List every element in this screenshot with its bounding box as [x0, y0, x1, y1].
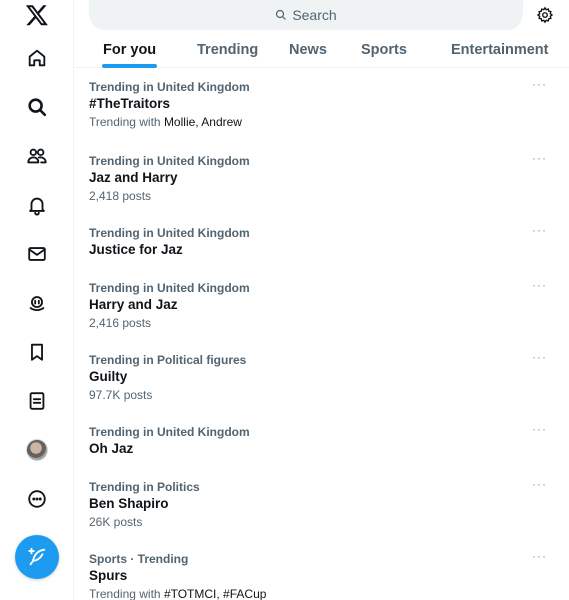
search-input[interactable]: Search — [89, 0, 523, 30]
home-icon[interactable] — [15, 36, 59, 80]
trend-more-button[interactable]: ··· — [532, 477, 547, 491]
tab-for-you[interactable]: For you — [102, 32, 158, 68]
tab-news[interactable]: News — [289, 32, 327, 68]
trend-post-count: 2,416 posts — [89, 316, 152, 330]
trend-context: Trending in United Kingdom — [89, 154, 250, 168]
trend-name: Guilty — [89, 369, 128, 384]
tab-label: News — [289, 42, 327, 58]
tab-label: Trending — [197, 42, 259, 58]
trend-more-button[interactable]: ··· — [532, 223, 547, 237]
x-logo-icon[interactable] — [15, 0, 59, 37]
tab-label: For you — [103, 42, 157, 58]
trend-post-count: 97.7K posts — [89, 388, 153, 402]
trend-name: Justice for Jaz — [89, 242, 183, 257]
notifications-icon[interactable] — [15, 183, 59, 227]
lists-icon[interactable] — [15, 379, 59, 423]
trend-meta-prefix: Trending with — [89, 115, 164, 129]
trend-name: Harry and Jaz — [89, 297, 178, 312]
left-nav-rail — [0, 0, 74, 600]
compose-post-button[interactable] — [15, 535, 59, 579]
bookmarks-icon[interactable] — [15, 330, 59, 374]
trend-name: Spurs — [89, 568, 128, 583]
gear-icon — [536, 6, 554, 24]
trend-name: Jaz and Harry — [89, 170, 178, 185]
search-icon — [276, 9, 287, 20]
feather-plus-icon — [28, 547, 46, 566]
explore-tabs: For you Trending News Sports Entertainme… — [75, 32, 569, 68]
trend-item[interactable]: Trending in Political figures Guilty 97.… — [75, 350, 569, 409]
tab-sports[interactable]: Sports — [361, 32, 407, 68]
avatar — [26, 439, 48, 461]
tab-trending[interactable]: Trending — [197, 32, 258, 68]
trend-context: Trending in Political figures — [89, 353, 247, 367]
communities-icon[interactable] — [15, 134, 59, 178]
trend-item[interactable]: Sports · Trending Spurs Trending with #T… — [75, 549, 569, 600]
trend-post-count: 26K posts — [89, 515, 143, 529]
trend-context: Trending in Politics — [89, 480, 200, 494]
settings-gear-button[interactable] — [533, 3, 557, 27]
tab-label: Sports — [361, 42, 407, 58]
trend-post-count: 2,418 posts — [89, 189, 152, 203]
active-tab-indicator — [102, 64, 158, 68]
search-placeholder: Search — [292, 7, 337, 23]
tab-label: Entertainment — [451, 42, 549, 58]
trend-item[interactable]: Trending in United Kingdom Harry and Jaz… — [75, 278, 569, 337]
trend-context: Trending in United Kingdom — [89, 80, 250, 94]
profile-avatar[interactable] — [15, 428, 59, 472]
explore-search-icon[interactable] — [15, 85, 59, 129]
trend-related-hashtags: #TOTMCI, #FACup — [163, 587, 267, 600]
grok-icon[interactable] — [15, 281, 59, 325]
more-icon[interactable] — [15, 477, 59, 521]
trend-related-names: Mollie, Andrew — [163, 115, 242, 129]
trend-item[interactable]: Trending in United Kingdom Jaz and Harry… — [75, 151, 569, 210]
messages-icon[interactable] — [15, 232, 59, 276]
trend-more-button[interactable]: ··· — [532, 350, 547, 364]
trend-context: Trending in United Kingdom — [89, 226, 250, 240]
trend-name: Oh Jaz — [89, 441, 134, 456]
trend-more-button[interactable]: ··· — [532, 77, 547, 91]
trend-item[interactable]: Trending in Politics Ben Shapiro 26K pos… — [75, 477, 569, 536]
trend-item[interactable]: Trending in United Kingdom Justice for J… — [75, 223, 569, 266]
trend-more-button[interactable]: ··· — [532, 422, 547, 436]
tab-entertainment[interactable]: Entertainment — [451, 32, 549, 68]
trend-more-button[interactable]: ··· — [532, 151, 547, 165]
trend-item[interactable]: Trending in United Kingdom #TheTraitors … — [75, 77, 569, 136]
trend-context: Sports · Trending — [89, 552, 189, 566]
trend-meta-prefix: Trending with — [89, 587, 164, 600]
trend-context: Trending in United Kingdom — [89, 281, 250, 295]
trend-meta: Trending with #TOTMCI, #FACup — [89, 587, 266, 600]
trend-more-button[interactable]: ··· — [532, 549, 547, 563]
trend-name: #TheTraitors — [89, 96, 171, 111]
trend-item[interactable]: Trending in United Kingdom Oh Jaz ··· — [75, 422, 569, 465]
trend-context: Trending in United Kingdom — [89, 425, 250, 439]
trend-name: Ben Shapiro — [89, 496, 169, 511]
trend-more-button[interactable]: ··· — [532, 278, 547, 292]
trend-meta: Trending with Mollie, Andrew — [89, 115, 242, 129]
